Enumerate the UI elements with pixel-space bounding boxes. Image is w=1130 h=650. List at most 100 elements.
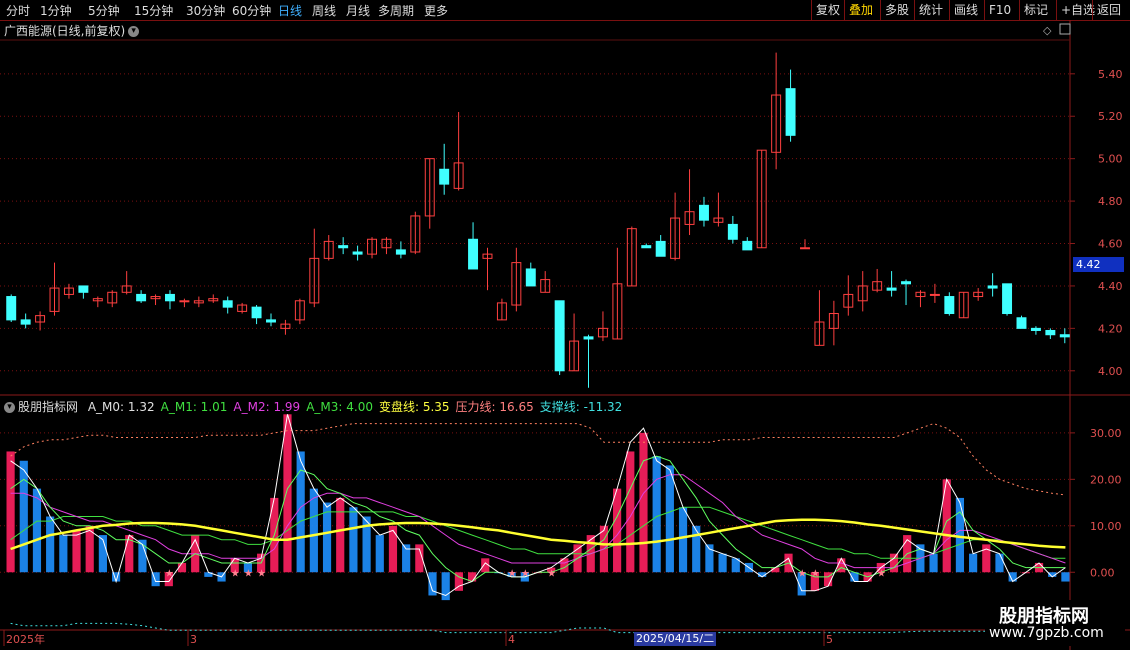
candle-body: [554, 300, 565, 372]
indicator-bar: [375, 535, 384, 573]
layout-icon: [1059, 23, 1071, 35]
pressure-line: [10, 423, 1066, 496]
time-axis-label: 4: [508, 633, 515, 646]
star-marker-icon: ★: [811, 568, 820, 579]
indicator-tick-label: 10.00: [1090, 520, 1122, 533]
price-tick-label: 5.20: [1098, 110, 1123, 123]
indicator-bar: [969, 553, 978, 573]
candle-body: [641, 245, 652, 249]
price-tick-label: 4.00: [1098, 365, 1123, 378]
time-axis-label: 3: [190, 633, 197, 646]
indicator-value: 支撑线: -11.32: [539, 400, 623, 414]
candle-body: [352, 251, 363, 255]
candle-body: [338, 245, 349, 249]
diamond-icon: ◇: [1043, 24, 1052, 37]
star-marker-icon: ★: [798, 568, 807, 579]
candle-body: [164, 293, 175, 302]
indicator-value: A_M3: 4.00: [306, 400, 373, 414]
candle-body: [6, 296, 17, 321]
indicator-bar: [639, 432, 648, 573]
star-marker-icon: ★: [521, 568, 530, 579]
indicator-value: 变盘线: 5.35: [378, 400, 450, 414]
indicator-bar: [678, 507, 688, 573]
indicator-title: ▾ 股朋指标网 A_M0: 1.32 A_M1: 1.01 A_M2: 1.99 A_M…: [4, 398, 634, 415]
candle-body: [179, 300, 190, 303]
indicator-value: A_M0: 1.32: [87, 400, 155, 414]
indicator-name: 股朋指标网: [18, 400, 79, 414]
indicator-bar: [59, 535, 68, 573]
indicator-bar: [19, 460, 28, 573]
indicator-bar: [995, 553, 1004, 573]
candle-body: [439, 168, 450, 185]
candle-body: [727, 223, 738, 240]
indicator-bar: [46, 516, 55, 573]
indicator-menu-icon[interactable]: ▾: [4, 402, 15, 413]
candle-body: [655, 240, 666, 257]
candle-body: [468, 238, 479, 270]
watermark-logo: 股朋指标网 www.7gpzb.com: [985, 600, 1125, 646]
candle-body: [987, 285, 998, 289]
indicator-bar: [1061, 572, 1070, 582]
indicator-value: 压力线: 16.65: [455, 400, 534, 414]
indicator-bar: [692, 525, 701, 573]
indicator-value: A_M2: 1.99: [233, 400, 301, 414]
indicator-bar: [889, 553, 899, 573]
support-line: [10, 622, 1066, 634]
candle-body: [251, 306, 262, 319]
star-marker-icon: ★: [547, 568, 556, 579]
star-marker-icon: ★: [165, 568, 174, 579]
price-tick-label: 4.40: [1098, 280, 1123, 293]
cursor-date-tag: 2025/04/15/二: [634, 632, 717, 646]
star-marker-icon: ★: [244, 568, 253, 579]
indicator-tick-label: 30.00: [1090, 427, 1122, 440]
candle-body: [886, 287, 897, 291]
candle-body: [1016, 317, 1027, 329]
indicator-bar: [32, 488, 42, 573]
indicator-bar: [6, 451, 15, 573]
candle-body: [20, 319, 31, 325]
indicator-bar: [955, 497, 965, 573]
candle-body: [222, 300, 233, 308]
candle-body: [266, 319, 276, 323]
star-marker-icon: ★: [231, 568, 240, 579]
star-marker-icon: ★: [257, 568, 266, 579]
indicator-value: A_M1: 1.01: [160, 400, 228, 414]
indicator-tick-label: 20.00: [1090, 473, 1122, 486]
indicator-bar: [718, 553, 727, 573]
price-tick-label: 4.80: [1098, 195, 1123, 208]
chart-area[interactable]: ◇5.405.205.004.804.604.404.204.0030.0020…: [0, 0, 1130, 650]
candle-body: [1045, 329, 1056, 336]
indicator-bar: [1008, 572, 1017, 582]
candle-body: [901, 281, 912, 285]
watermark-line2: www.7gpzb.com: [989, 625, 1104, 641]
time-axis-label: 2025年: [6, 632, 45, 646]
candle-body: [1059, 334, 1070, 338]
indicator-bar: [665, 465, 674, 573]
candle-body: [136, 293, 147, 302]
price-tick-label: 4.60: [1098, 238, 1123, 251]
indicator-tick-label: 0.00: [1090, 566, 1115, 579]
candle-body: [583, 336, 594, 340]
indicator-bar: [652, 456, 661, 573]
current-price-tag: 4.42: [1073, 257, 1124, 272]
indicator-bar: [349, 507, 358, 573]
candle-body: [698, 204, 709, 221]
candle-body: [929, 293, 940, 296]
price-tick-label: 5.40: [1098, 68, 1123, 81]
star-marker-icon: ★: [877, 568, 886, 579]
star-marker-icon: ★: [508, 568, 517, 579]
candle-body: [1002, 283, 1013, 315]
price-tick-label: 4.20: [1098, 322, 1123, 335]
candle-body: [800, 247, 810, 250]
indicator-bar: [309, 488, 318, 573]
indicator-bar: [388, 525, 398, 573]
indicator-bar: [929, 553, 938, 573]
candle-body: [742, 240, 753, 251]
candle-body: [395, 249, 406, 255]
candle-body: [785, 88, 796, 136]
indicator-bar: [283, 414, 292, 573]
indicator-bar: [336, 497, 345, 573]
indicator-bar: [72, 530, 81, 573]
time-axis-label: 5: [826, 633, 833, 646]
candle-body: [944, 296, 955, 315]
